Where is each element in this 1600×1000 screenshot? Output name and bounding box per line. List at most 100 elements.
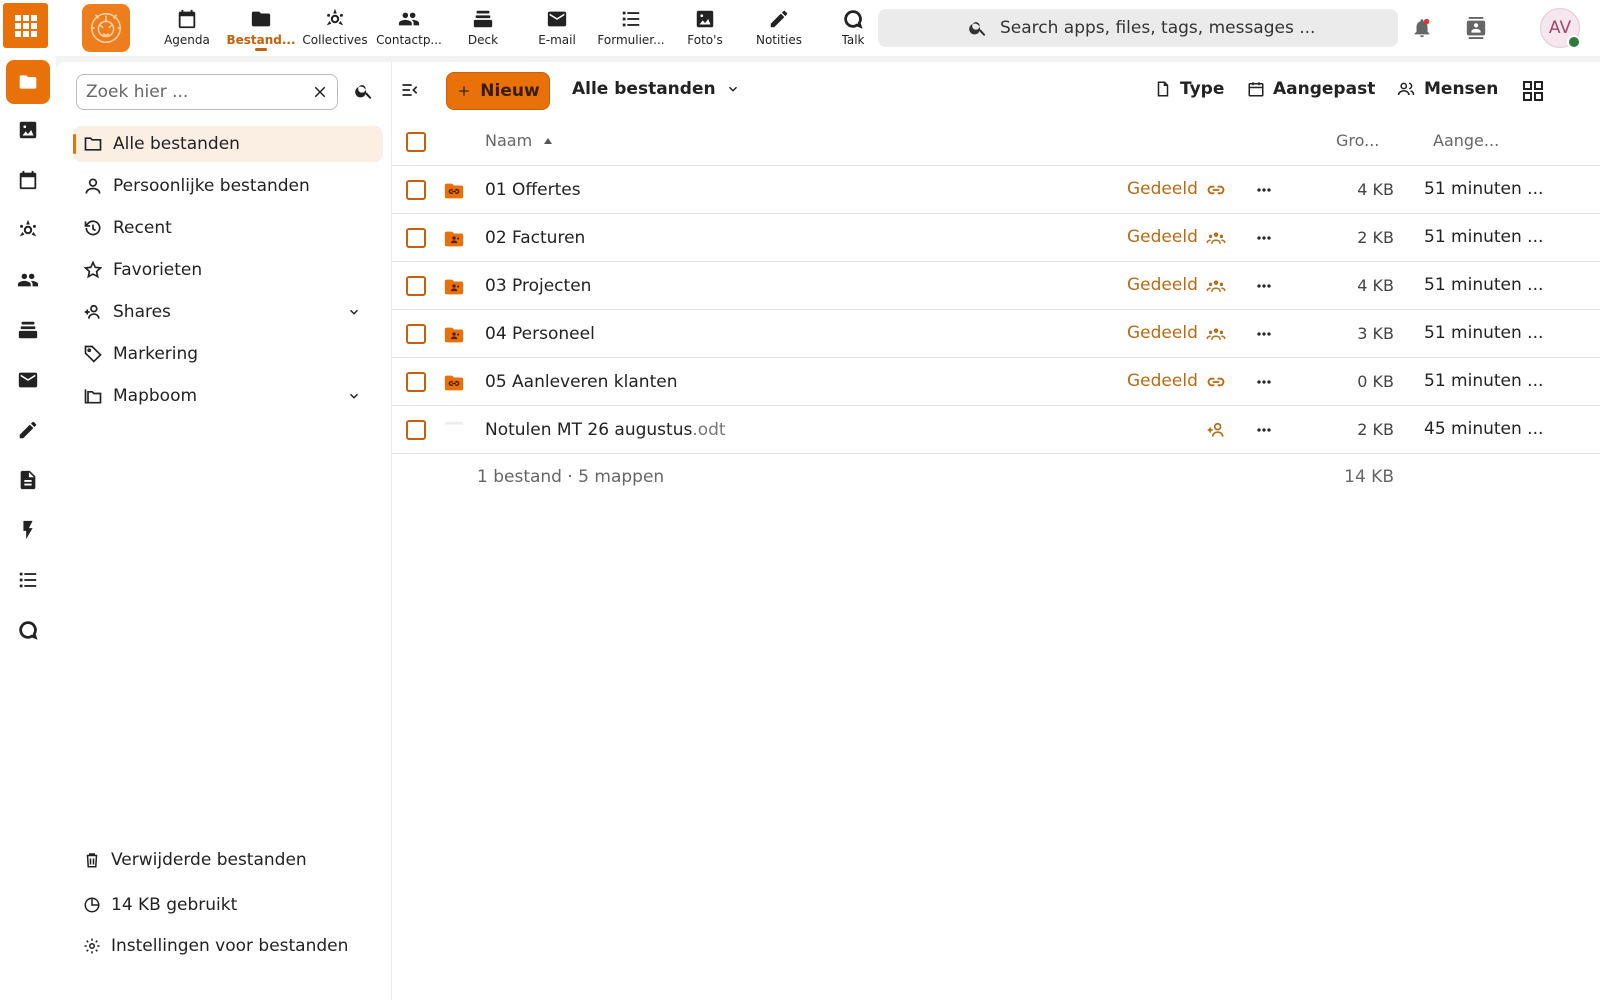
app-menu-grid-icon[interactable] <box>3 3 48 48</box>
pie-chart-icon <box>84 897 100 913</box>
lion-logo-icon[interactable] <box>82 4 130 52</box>
file-size: 0 KB <box>1357 372 1394 391</box>
file-name[interactable]: 01 Offertes <box>485 180 581 200</box>
contacts-menu-icon[interactable] <box>1458 10 1494 46</box>
rail-contacts-icon[interactable] <box>10 262 46 298</box>
file-name[interactable]: 03 Projecten <box>485 276 591 296</box>
shared-status[interactable]: Gedeeld <box>1127 275 1198 295</box>
rail-document-icon[interactable] <box>10 462 46 498</box>
app-folder[interactable]: Bestand... <box>222 8 300 51</box>
shared-status[interactable]: Gedeeld <box>1127 179 1198 199</box>
row-checkbox[interactable] <box>406 324 426 344</box>
notifications-bell-icon[interactable] <box>1404 10 1440 46</box>
app-list[interactable]: Formulier... <box>592 8 670 47</box>
nav-item-alle-bestanden[interactable]: Alle bestanden <box>73 126 383 162</box>
new-button[interactable]: Nieuw <box>446 72 550 110</box>
app-image[interactable]: Foto's <box>666 8 744 47</box>
shared-link-folder-icon <box>444 375 464 391</box>
file-size: 4 KB <box>1357 276 1394 295</box>
rail-collectives-icon[interactable] <box>10 212 46 248</box>
sort-by-name[interactable]: Naam <box>485 131 554 150</box>
table-row[interactable]: 01 Offertes Gedeeld 4 KB 51 minuten ... <box>392 166 1600 214</box>
nav-item-recent[interactable]: Recent <box>73 210 383 246</box>
tag-icon <box>84 345 102 363</box>
select-all-checkbox[interactable] <box>406 132 426 152</box>
group-icon[interactable] <box>1205 324 1227 344</box>
share-icon <box>84 304 100 319</box>
link-icon[interactable] <box>1205 372 1227 392</box>
table-row[interactable]: Notulen MT 26 augustus.odt 2 KB 45 minuten… <box>392 406 1600 454</box>
rail-image-icon[interactable] <box>10 112 46 148</box>
group-icon[interactable] <box>1205 228 1227 248</box>
table-row[interactable]: 05 Aanleveren klanten Gedeeld 0 KB 51 minut… <box>392 358 1600 406</box>
column-size-header[interactable]: Gro... <box>1336 131 1379 150</box>
file-modified: 51 minuten ... <box>1424 179 1544 199</box>
more-actions-icon[interactable] <box>1254 372 1274 392</box>
document-thumbnail-icon <box>444 421 464 425</box>
nav-item-mapboom[interactable]: Mapboom <box>73 378 383 414</box>
link-icon[interactable] <box>1205 180 1227 200</box>
rail-talk-icon[interactable] <box>10 612 46 648</box>
chevron-down-icon[interactable] <box>347 305 361 319</box>
table-row[interactable]: 02 Facturen Gedeeld 2 KB 51 minuten ... <box>392 214 1600 262</box>
row-checkbox[interactable] <box>406 276 426 296</box>
nav-item-persoonlijke-bestanden[interactable]: Persoonlijke bestanden <box>73 168 383 204</box>
navigation-filter-input[interactable]: Zoek hier ... <box>76 74 338 110</box>
shared-status[interactable]: Gedeeld <box>1127 371 1198 391</box>
app-collectives[interactable]: Collectives <box>296 8 374 47</box>
table-header: Naam Gro... Aange... <box>392 118 1600 166</box>
rail-flash-icon[interactable] <box>10 512 46 548</box>
row-checkbox[interactable] <box>406 372 426 392</box>
group-icon[interactable] <box>1205 276 1227 296</box>
app-mail[interactable]: E-mail <box>518 8 596 47</box>
rail-calendar-icon[interactable] <box>10 162 46 198</box>
breadcrumb[interactable]: Alle bestanden <box>572 79 740 99</box>
rail-deck-icon[interactable] <box>10 312 46 348</box>
more-actions-icon[interactable] <box>1254 420 1274 440</box>
app-pencil[interactable]: Notities <box>740 8 818 47</box>
chevron-down-icon[interactable] <box>347 389 361 403</box>
table-row[interactable]: 03 Projecten Gedeeld 4 KB 51 minuten ... <box>392 262 1600 310</box>
nav-item-markering[interactable]: Markering <box>73 336 383 372</box>
rail-files-folder-icon[interactable] <box>6 60 50 104</box>
more-actions-icon[interactable] <box>1254 180 1274 200</box>
search-icon[interactable] <box>354 81 374 101</box>
list-icon <box>622 11 640 27</box>
rail-list-icon[interactable] <box>10 562 46 598</box>
unified-search-bar[interactable]: Search apps, files, tags, messages ... <box>878 9 1398 47</box>
close-icon[interactable] <box>311 83 329 101</box>
file-name[interactable]: Notulen MT 26 augustus.odt <box>485 420 726 440</box>
app-contacts[interactable]: Contactp... <box>370 8 448 47</box>
row-checkbox[interactable] <box>406 228 426 248</box>
file-name[interactable]: 05 Aanleveren klanten <box>485 372 677 392</box>
shared-status[interactable]: Gedeeld <box>1127 227 1198 247</box>
table-row[interactable]: 04 Personeel Gedeeld 3 KB 51 minuten ... <box>392 310 1600 358</box>
app-deck[interactable]: Deck <box>444 8 522 47</box>
column-modified-header[interactable]: Aange... <box>1433 131 1499 150</box>
shared-group-folder-icon <box>444 327 464 343</box>
file-name[interactable]: 04 Personeel <box>485 324 595 344</box>
rail-pencil-icon[interactable] <box>10 412 46 448</box>
file-name[interactable]: 02 Facturen <box>485 228 585 248</box>
filter-modified-button[interactable]: Aangepast <box>1247 79 1375 99</box>
star-icon <box>83 260 103 279</box>
files-app-panel: Zoek hier ... Alle bestanden Persoonlijke… <box>56 62 1600 1000</box>
nav-item-shares[interactable]: Shares <box>73 294 383 330</box>
shared-status[interactable]: Gedeeld <box>1127 323 1198 343</box>
more-actions-icon[interactable] <box>1254 228 1274 248</box>
more-actions-icon[interactable] <box>1254 324 1274 344</box>
filter-people-button[interactable]: Mensen <box>1396 79 1498 99</box>
app-calendar[interactable]: Agenda <box>148 8 226 47</box>
add-user-icon[interactable] <box>1205 420 1227 440</box>
user-avatar[interactable]: AV <box>1540 8 1581 49</box>
nav-item-settings[interactable]: Instellingen voor bestanden <box>73 928 383 964</box>
nav-item-favorieten[interactable]: Favorieten <box>73 252 383 288</box>
row-checkbox[interactable] <box>406 420 426 440</box>
row-checkbox[interactable] <box>406 180 426 200</box>
toggle-navigation-icon[interactable] <box>400 80 420 100</box>
grid-view-icon[interactable] <box>1521 79 1545 103</box>
filter-type-button[interactable]: Type <box>1154 79 1224 99</box>
rail-mail-icon[interactable] <box>10 362 46 398</box>
more-actions-icon[interactable] <box>1254 276 1274 296</box>
nav-item-trash[interactable]: Verwijderde bestanden <box>73 842 383 878</box>
